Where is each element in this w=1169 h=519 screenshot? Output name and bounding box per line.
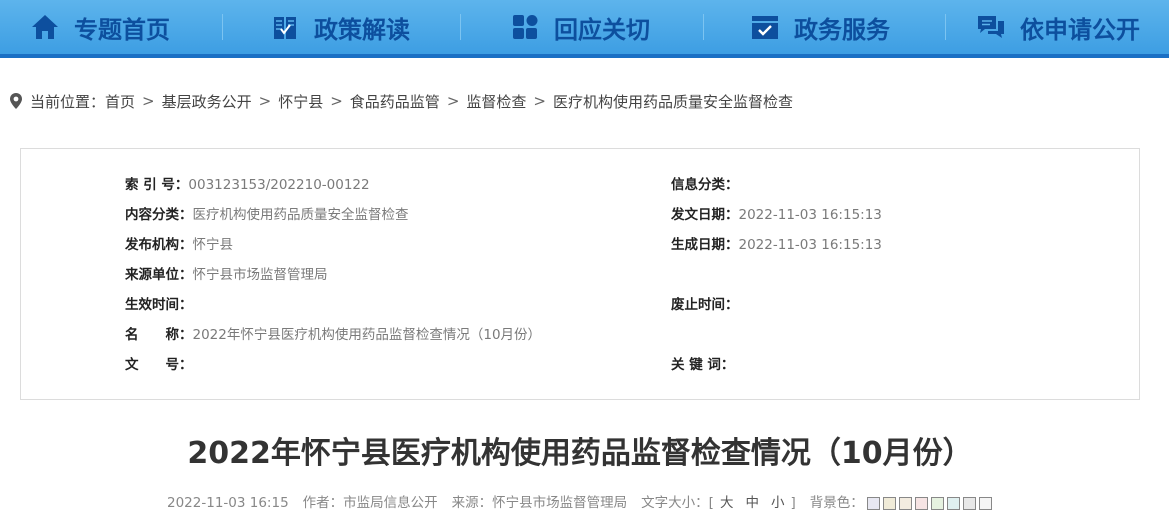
location-pin-icon <box>8 92 24 110</box>
nav-item-response[interactable]: 回应关切 <box>510 0 650 54</box>
nav-item-policy[interactable]: 政策解读 <box>270 0 410 54</box>
breadcrumb-link-grassroots[interactable]: 基层政务公开 <box>162 91 252 112</box>
breadcrumb-separator: > <box>258 92 272 110</box>
meta-label: 索 引 号： <box>125 177 189 193</box>
font-size-large-button[interactable]: 大 <box>720 493 734 513</box>
article-title: 2022年怀宁县医疗机构使用药品监督检查情况（10月份） <box>187 436 973 471</box>
nav-item-label: 政策解读 <box>314 15 410 44</box>
meta-publisher: 发布机构：怀宁县 <box>125 235 233 255</box>
article-author: 作者：市监局信息公开 <box>302 495 438 511</box>
meta-label: 废止时间： <box>671 297 739 313</box>
grid-icon <box>510 12 540 42</box>
breadcrumb-link-current[interactable]: 医疗机构使用药品质量安全监督检查 <box>553 91 793 112</box>
breadcrumb-link-county[interactable]: 怀宁县 <box>278 91 323 112</box>
bg-swatch[interactable] <box>898 496 912 510</box>
meta-label: 信息分类： <box>671 177 739 193</box>
breadcrumb-link-inspection[interactable]: 监督检查 <box>466 91 526 112</box>
meta-value: 怀宁县市场监督管理局 <box>192 267 328 283</box>
breadcrumb-separator: > <box>142 92 155 110</box>
nav-item-request[interactable]: 依申请公开 <box>976 0 1140 54</box>
breadcrumb-link-food-drug[interactable]: 食品药品监管 <box>350 91 440 112</box>
meta-label: 发文日期： <box>671 207 739 223</box>
breadcrumb-separator: > <box>533 92 546 110</box>
chat-icon <box>976 12 1006 42</box>
meta-label: 生效时间： <box>125 297 193 313</box>
bg-swatch[interactable] <box>914 496 928 510</box>
nav-item-label: 依申请公开 <box>1020 15 1140 44</box>
meta-label: 内容分类： <box>125 207 193 223</box>
bg-swatch[interactable] <box>978 496 992 510</box>
bg-color-swatches <box>864 496 992 510</box>
meta-label: 来源单位： <box>125 267 193 283</box>
bg-color-label: 背景色： <box>809 495 864 511</box>
meta-content-category: 内容分类：医疗机构使用药品质量安全监督检查 <box>125 205 409 225</box>
checkbox-icon <box>750 12 780 42</box>
meta-generated-date: 生成日期：2022-11-03 16:15:13 <box>671 235 882 255</box>
font-size-medium-button[interactable]: 中 <box>745 493 759 513</box>
meta-value: 2022年怀宁县医疗机构使用药品监督检查情况（10月份） <box>192 327 542 343</box>
meta-index-no: 索 引 号：003123153/202210-00122 <box>125 175 370 195</box>
meta-repeal-time: 废止时间： <box>671 295 739 315</box>
meta-value: 怀宁县 <box>192 237 234 253</box>
meta-value: 003123153/202210-00122 <box>188 177 370 193</box>
book-icon <box>270 12 300 42</box>
meta-info-category: 信息分类： <box>671 175 739 195</box>
article-datetime: 2022-11-03 16:15 <box>167 495 289 511</box>
bg-swatch[interactable] <box>866 496 880 510</box>
nav-item-label: 政务服务 <box>794 15 890 44</box>
meta-source-unit: 来源单位：怀宁县市场监督管理局 <box>125 265 328 285</box>
nav-item-home[interactable]: 专题首页 <box>30 0 170 54</box>
meta-value: 医疗机构使用药品质量安全监督检查 <box>192 207 409 223</box>
nav-item-label: 回应关切 <box>554 15 650 44</box>
breadcrumb-link-home[interactable]: 首页 <box>105 91 135 112</box>
nav-item-label: 专题首页 <box>74 15 170 44</box>
breadcrumb-separator: > <box>446 92 460 110</box>
article-info-bar: 2022-11-03 16:15 作者：市监局信息公开 来源：怀宁县市场监督管理… <box>167 493 992 513</box>
font-size-label: 文字大小：[ <box>641 495 714 511</box>
breadcrumb: 当前位置： 首页 > 基层政务公开 > 怀宁县 > 食品药品监管 > 监督检查 … <box>8 89 793 113</box>
meta-name: 名 称：2022年怀宁县医疗机构使用药品监督检查情况（10月份） <box>125 325 541 345</box>
meta-doc-no: 文 号： <box>125 355 193 375</box>
meta-label: 生成日期： <box>671 237 739 253</box>
meta-issue-date: 发文日期：2022-11-03 16:15:13 <box>671 205 882 225</box>
bg-swatch[interactable] <box>882 496 896 510</box>
nav-divider <box>460 14 461 40</box>
document-metadata-box: 索 引 号：003123153/202210-00122 内容分类：医疗机构使用… <box>20 148 1140 400</box>
nav-item-services[interactable]: 政务服务 <box>750 0 890 54</box>
bg-swatch[interactable] <box>962 496 976 510</box>
breadcrumb-prefix: 当前位置： <box>30 92 106 111</box>
article-source: 来源：怀宁县市场监督管理局 <box>451 495 628 511</box>
home-icon <box>30 12 60 42</box>
font-size-close-bracket: ] <box>790 495 796 511</box>
breadcrumb-separator: > <box>330 92 343 110</box>
meta-keywords: 关 键 词： <box>671 355 734 375</box>
nav-divider <box>703 14 704 40</box>
nav-divider <box>222 14 223 40</box>
meta-label: 关 键 词： <box>671 357 735 373</box>
meta-label: 发布机构： <box>125 237 193 253</box>
top-navigation-bar: 专题首页 政策解读 回应关切 政务服务 依申请公开 <box>0 0 1169 58</box>
bg-swatch[interactable] <box>930 496 944 510</box>
bg-swatch[interactable] <box>946 496 960 510</box>
meta-label: 文 号： <box>125 357 193 373</box>
nav-divider <box>945 14 946 40</box>
meta-value: 2022-11-03 16:15:13 <box>738 237 882 253</box>
font-size-small-button[interactable]: 小 <box>771 493 785 513</box>
meta-effective-time: 生效时间： <box>125 295 193 315</box>
meta-value: 2022-11-03 16:15:13 <box>738 207 882 223</box>
meta-label: 名 称： <box>125 327 193 343</box>
